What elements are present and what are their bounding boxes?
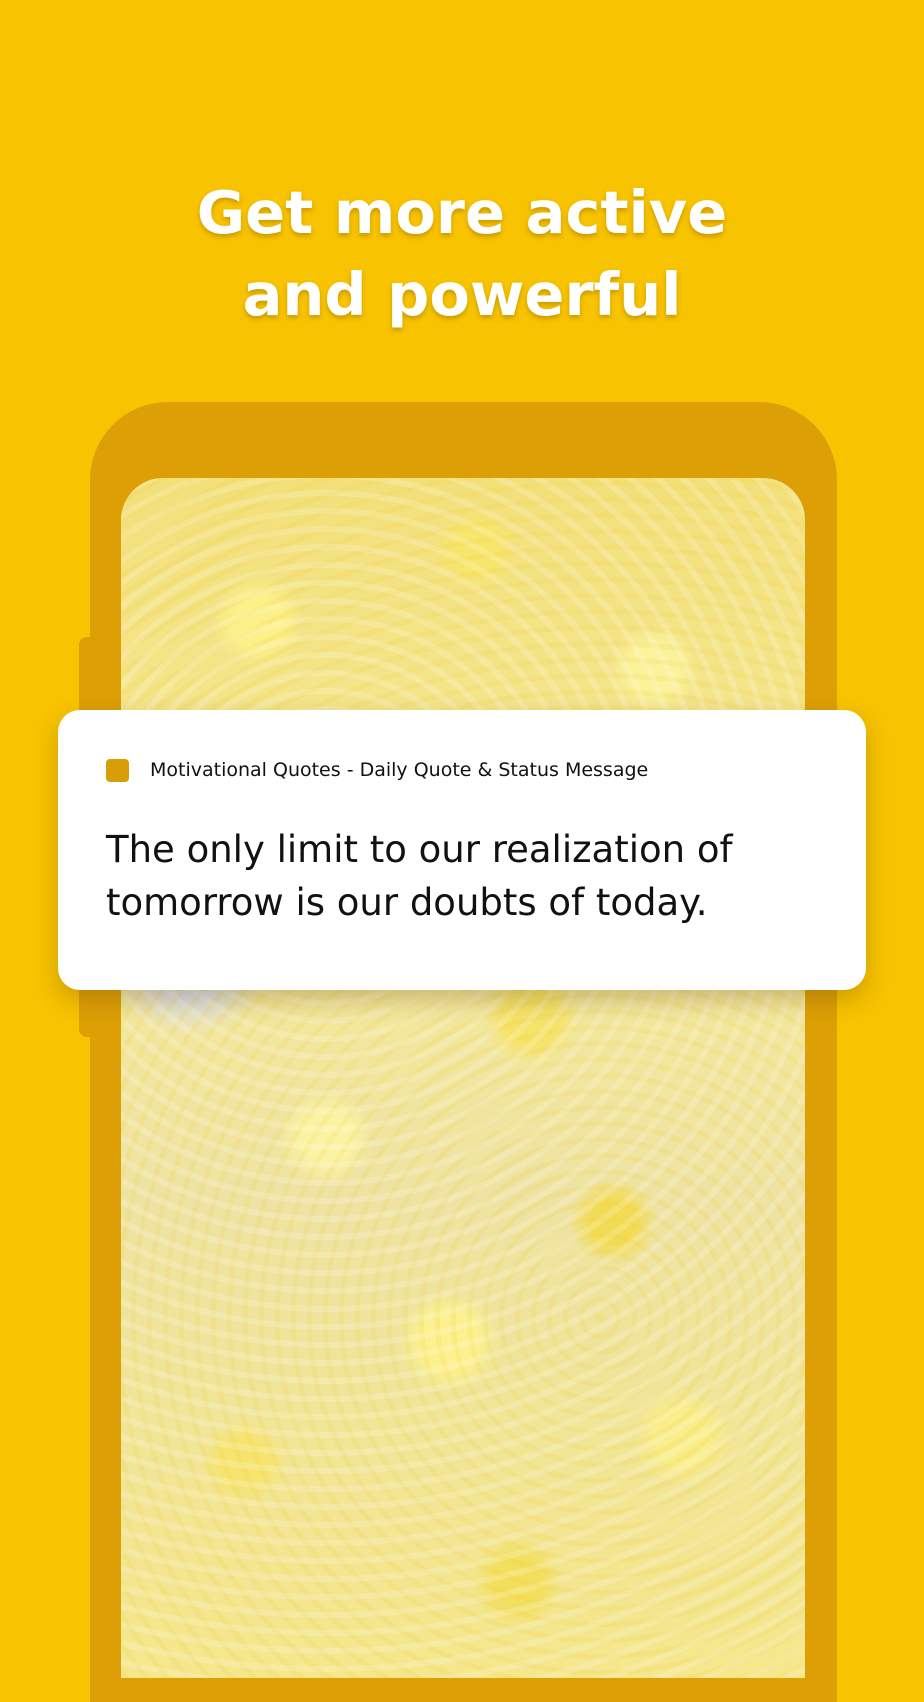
promo-headline: Get more active and powerful: [0, 172, 924, 336]
notification-app-name: Motivational Quotes - Daily Quote & Stat…: [150, 759, 649, 781]
notification-quote-text: The only limit to our realization of tom…: [106, 828, 733, 924]
phone-screen-wallpaper: [121, 478, 805, 1678]
quote-notification-card[interactable]: Motivational Quotes - Daily Quote & Stat…: [58, 710, 866, 990]
flower-wallpaper-texture: [121, 478, 805, 1678]
app-square-icon: [106, 759, 129, 782]
promo-headline-line-1: Get more active: [196, 178, 728, 247]
promo-headline-line-2: and powerful: [242, 260, 682, 329]
